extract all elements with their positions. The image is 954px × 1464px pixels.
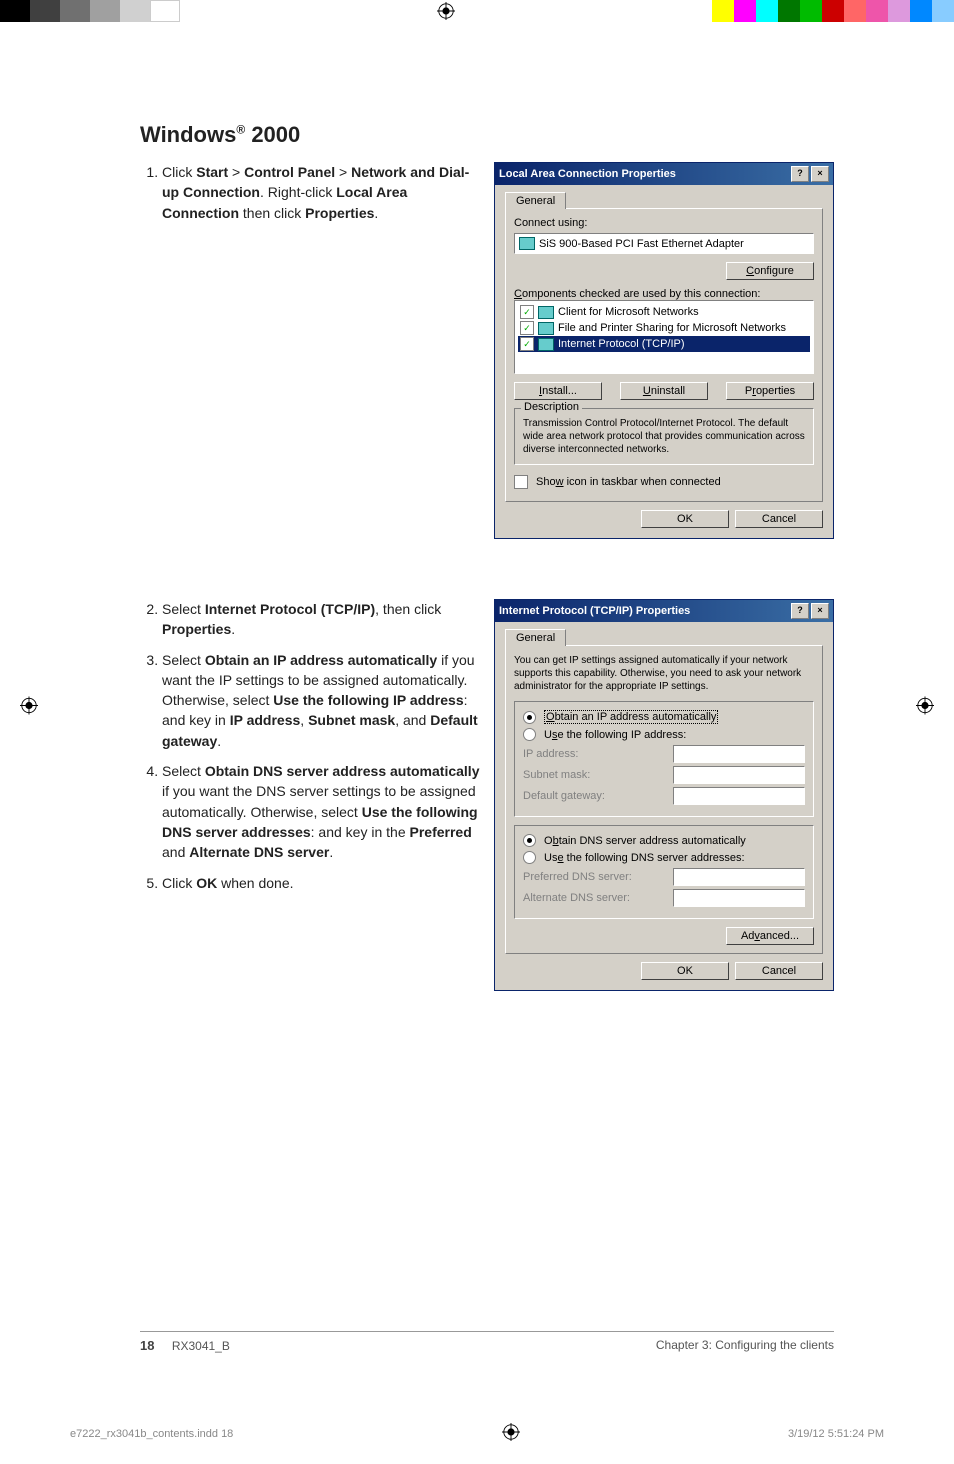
- subnet-mask-field: Subnet mask:: [523, 766, 805, 784]
- gateway-field: Default gateway:: [523, 787, 805, 805]
- ip-input[interactable]: [673, 745, 805, 763]
- step-3: Select Obtain an IP address automaticall…: [162, 650, 480, 751]
- swatch: [90, 0, 120, 22]
- swatch: [0, 0, 30, 22]
- uninstall-button[interactable]: Uninstall: [620, 382, 708, 400]
- step-5: Click OK when done.: [162, 873, 480, 893]
- swatch: [888, 0, 910, 22]
- radio-icon[interactable]: [523, 711, 536, 724]
- swatch: [800, 0, 822, 22]
- lan-properties-dialog: Local Area Connection Properties ? × Gen…: [494, 162, 834, 539]
- swatch: [150, 0, 180, 22]
- page-content: Windows® 2000 Click Start > Control Pane…: [0, 22, 954, 1393]
- chapter-title: Chapter 3: Configuring the clients: [656, 1338, 834, 1353]
- page-number: 18: [140, 1338, 154, 1353]
- description-group: Description Transmission Control Protoco…: [514, 408, 814, 465]
- adapter-icon: [519, 237, 535, 250]
- registration-mark-bottom: [502, 1423, 520, 1444]
- print-color-bar: [0, 0, 954, 22]
- radio-icon[interactable]: [523, 834, 536, 847]
- doc-code: RX3041_B: [172, 1339, 230, 1353]
- components-listbox[interactable]: ✓Client for Microsoft Networks ✓File and…: [514, 300, 814, 374]
- radio-use-dns[interactable]: Use the following DNS server addresses:: [523, 851, 805, 864]
- swatch: [712, 0, 734, 22]
- dialog-titlebar: Internet Protocol (TCP/IP) Properties ? …: [495, 600, 833, 622]
- description-title: Description: [521, 401, 582, 413]
- radio-icon[interactable]: [523, 728, 536, 741]
- list-item-selected[interactable]: ✓Internet Protocol (TCP/IP): [518, 336, 810, 352]
- swatch: [910, 0, 932, 22]
- dialog-titlebar: Local Area Connection Properties ? ×: [495, 163, 833, 185]
- cancel-button[interactable]: Cancel: [735, 962, 823, 980]
- adapter-name: SiS 900-Based PCI Fast Ethernet Adapter: [539, 238, 744, 250]
- heading-suffix: 2000: [245, 122, 300, 147]
- radio-obtain-dns[interactable]: Obtain DNS server address automatically: [523, 834, 805, 847]
- swatch: [778, 0, 800, 22]
- registration-mark-left: [20, 696, 38, 719]
- indd-date: 3/19/12 5:51:24 PM: [788, 1428, 884, 1440]
- swatch: [822, 0, 844, 22]
- component-icon: [538, 338, 554, 351]
- page-footer: 18 RX3041_B Chapter 3: Configuring the c…: [140, 1331, 834, 1353]
- tab-general[interactable]: General: [505, 192, 566, 209]
- component-icon: [538, 322, 554, 335]
- registration-mark-right: [916, 696, 934, 719]
- close-button[interactable]: ×: [811, 166, 829, 182]
- ip-address-field: IP address:: [523, 745, 805, 763]
- swatch: [60, 0, 90, 22]
- adns-input[interactable]: [673, 889, 805, 907]
- indd-file: e7222_rx3041b_contents.indd 18: [70, 1428, 233, 1440]
- swatch: [866, 0, 888, 22]
- ok-button[interactable]: OK: [641, 510, 729, 528]
- help-button[interactable]: ?: [791, 166, 809, 182]
- section-heading: Windows® 2000: [140, 122, 834, 148]
- step-4: Select Obtain DNS server address automat…: [162, 761, 480, 862]
- properties-button[interactable]: Properties: [726, 382, 814, 400]
- description-text: Transmission Control Protocol/Internet P…: [523, 417, 805, 456]
- list-item[interactable]: ✓File and Printer Sharing for Microsoft …: [518, 320, 810, 336]
- gateway-input[interactable]: [673, 787, 805, 805]
- heading-prefix: Windows: [140, 122, 236, 147]
- ok-button[interactable]: OK: [641, 962, 729, 980]
- list-item[interactable]: ✓Client for Microsoft Networks: [518, 304, 810, 320]
- swatch: [932, 0, 954, 22]
- tcpip-properties-dialog: Internet Protocol (TCP/IP) Properties ? …: [494, 599, 834, 991]
- advanced-button[interactable]: Advanced...: [726, 927, 814, 945]
- cancel-button[interactable]: Cancel: [735, 510, 823, 528]
- swatch: [30, 0, 60, 22]
- checkbox-icon[interactable]: ✓: [520, 337, 534, 351]
- tab-general[interactable]: General: [505, 629, 566, 646]
- swatch: [844, 0, 866, 22]
- connect-using-label: Connect using:: [514, 217, 814, 229]
- radio-obtain-ip[interactable]: Obtain an IP address automatically: [523, 710, 805, 724]
- help-button[interactable]: ?: [791, 603, 809, 619]
- alternate-dns-field: Alternate DNS server:: [523, 889, 805, 907]
- pdns-input[interactable]: [673, 868, 805, 886]
- preferred-dns-field: Preferred DNS server:: [523, 868, 805, 886]
- mask-input[interactable]: [673, 766, 805, 784]
- heading-reg: ®: [236, 123, 245, 137]
- checkbox-icon[interactable]: ✓: [520, 305, 534, 319]
- checkbox-icon[interactable]: [514, 475, 528, 489]
- radio-use-ip[interactable]: Use the following IP address:: [523, 728, 805, 741]
- dialog-title: Internet Protocol (TCP/IP) Properties: [499, 605, 690, 617]
- registration-mark-top: [180, 0, 712, 22]
- radio-icon[interactable]: [523, 851, 536, 864]
- install-button[interactable]: Install...: [514, 382, 602, 400]
- close-button[interactable]: ×: [811, 603, 829, 619]
- component-icon: [538, 306, 554, 319]
- swatch: [734, 0, 756, 22]
- configure-button[interactable]: Configure: [726, 262, 814, 280]
- intro-text: You can get IP settings assigned automat…: [514, 654, 814, 693]
- components-label: Components checked are used by this conn…: [514, 288, 814, 300]
- checkbox-icon[interactable]: ✓: [520, 321, 534, 335]
- show-icon-row[interactable]: Show icon in taskbar when connected: [514, 475, 814, 489]
- indesign-slug: e7222_rx3041b_contents.indd 18 3/19/12 5…: [0, 1393, 954, 1464]
- step-1: Click Start > Control Panel > Network an…: [162, 162, 480, 223]
- swatch: [120, 0, 150, 22]
- adapter-field: SiS 900-Based PCI Fast Ethernet Adapter: [514, 233, 814, 254]
- swatch: [756, 0, 778, 22]
- dialog-title: Local Area Connection Properties: [499, 168, 676, 180]
- step-2: Select Internet Protocol (TCP/IP), then …: [162, 599, 480, 640]
